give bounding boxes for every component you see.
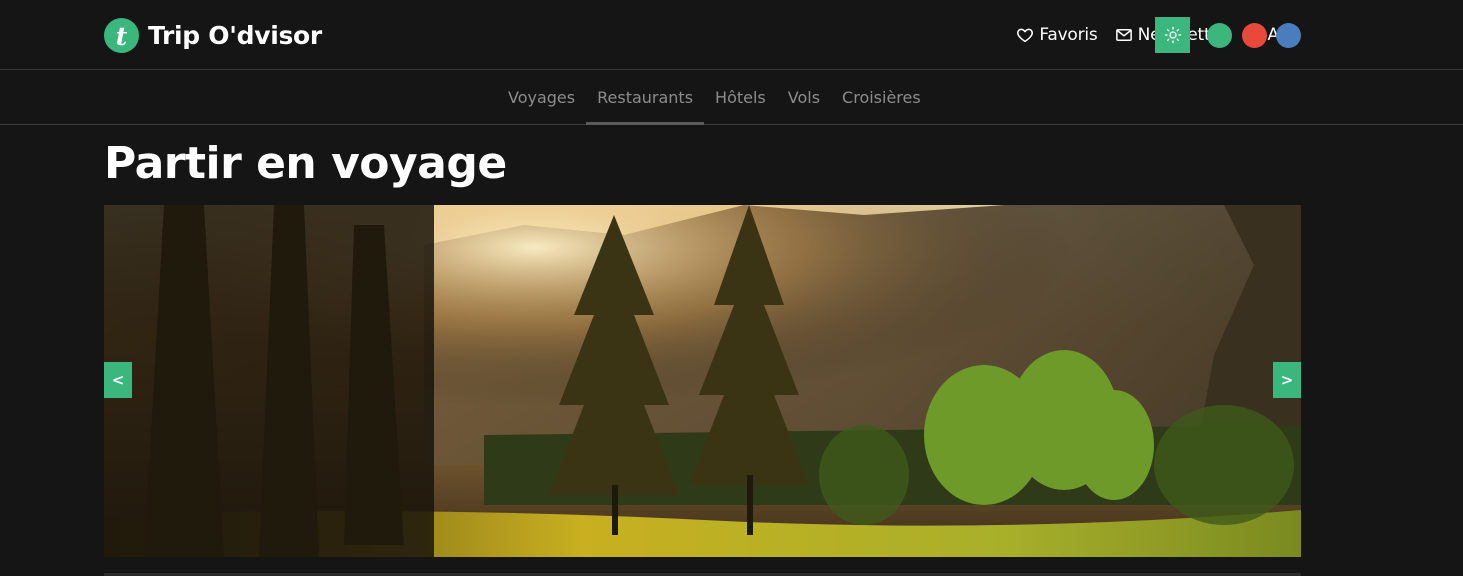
- tab-voyages[interactable]: Voyages: [497, 71, 586, 124]
- logo-letter: t: [115, 21, 128, 51]
- tab-hotels[interactable]: Hôtels: [704, 71, 777, 124]
- theme-toggle-button[interactable]: [1155, 17, 1190, 53]
- page-title: Partir en voyage: [104, 138, 507, 189]
- favorites-link[interactable]: Favoris: [1016, 25, 1098, 45]
- sun-icon: [1164, 26, 1181, 44]
- envelope-icon: [1115, 29, 1132, 41]
- forest-landscape-image: [104, 205, 1301, 557]
- heart-icon: [1017, 28, 1034, 43]
- carousel-prev-button[interactable]: <: [104, 362, 132, 398]
- color-swatch-blue[interactable]: [1276, 23, 1301, 48]
- logo-icon: t: [104, 17, 139, 53]
- carousel-next-button[interactable]: >: [1273, 362, 1301, 398]
- top-header: t Trip O'dvisor Favoris Newsletter Avis: [0, 0, 1463, 70]
- brand-name: Trip O'dvisor: [148, 20, 322, 50]
- tab-croisieres[interactable]: Croisières: [831, 71, 932, 124]
- tab-vols[interactable]: Vols: [777, 71, 831, 124]
- category-tabs: Voyages Restaurants Hôtels Vols Croisièr…: [497, 71, 932, 125]
- category-nav: Voyages Restaurants Hôtels Vols Croisièr…: [0, 71, 1463, 125]
- color-swatch-red[interactable]: [1242, 23, 1267, 48]
- tab-restaurants[interactable]: Restaurants: [586, 71, 704, 125]
- image-carousel: < >: [104, 205, 1301, 557]
- brand[interactable]: t Trip O'dvisor: [104, 17, 322, 53]
- color-swatch-green[interactable]: [1207, 23, 1232, 48]
- favorites-label: Favoris: [1039, 25, 1098, 45]
